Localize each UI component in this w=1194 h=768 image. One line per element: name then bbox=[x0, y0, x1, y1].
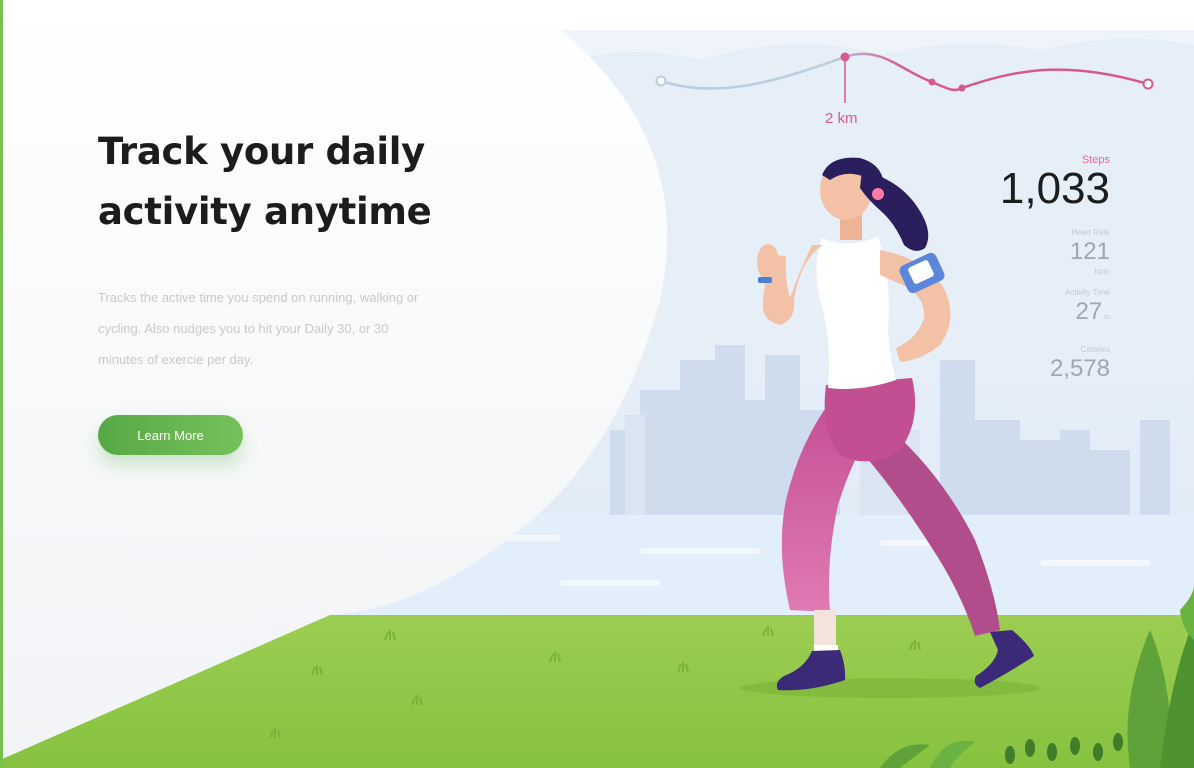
headline: Track your daily activity anytime bbox=[98, 122, 458, 242]
route-waypoint bbox=[958, 84, 966, 92]
headline-line-2: activity anytime bbox=[98, 190, 432, 233]
route-waypoint bbox=[928, 78, 936, 86]
stat-activity-time-value: 27 m bbox=[910, 297, 1110, 333]
stat-heart-rate-value: 121 bbox=[910, 237, 1110, 267]
stat-heart-rate-number: 121 bbox=[1069, 238, 1110, 265]
stat-activity-time-label: Activity Time bbox=[1065, 288, 1110, 297]
stat-heart-rate-label: Heart Rate bbox=[1071, 228, 1110, 237]
route-end-point bbox=[1142, 78, 1154, 90]
route-distance-label: 2 km bbox=[825, 110, 858, 127]
stat-activity-time-unit: m bbox=[1104, 314, 1110, 321]
hero-text-block: Track your daily activity anytime Tracks… bbox=[98, 122, 458, 375]
route-start-point bbox=[655, 75, 667, 87]
stat-calories-value: 2,578 bbox=[1049, 355, 1110, 382]
learn-more-button[interactable]: Learn More bbox=[98, 415, 243, 455]
hero-description: Tracks the active time you spend on runn… bbox=[98, 290, 419, 367]
stat-steps: Steps 1,033 bbox=[910, 154, 1110, 212]
stat-heart-rate-unit: bpm bbox=[1094, 267, 1110, 276]
stat-steps-value: 1,033 bbox=[999, 164, 1110, 213]
stat-activity-time-number: 27 bbox=[1075, 298, 1103, 325]
illustration-scene bbox=[0, 0, 1194, 768]
left-border bbox=[0, 0, 3, 768]
headline-line-1: Track your daily bbox=[98, 130, 425, 173]
stat-calories: Calories 2,578 bbox=[910, 345, 1110, 384]
stat-heart-rate: Heart Rate 121 bpm bbox=[910, 228, 1110, 276]
activity-stats: Steps 1,033 Heart Rate 121 bpm Activity … bbox=[910, 154, 1110, 384]
stat-activity-time: Activity Time 27 m bbox=[910, 288, 1110, 333]
stat-calories-label: Calories bbox=[1080, 345, 1110, 354]
